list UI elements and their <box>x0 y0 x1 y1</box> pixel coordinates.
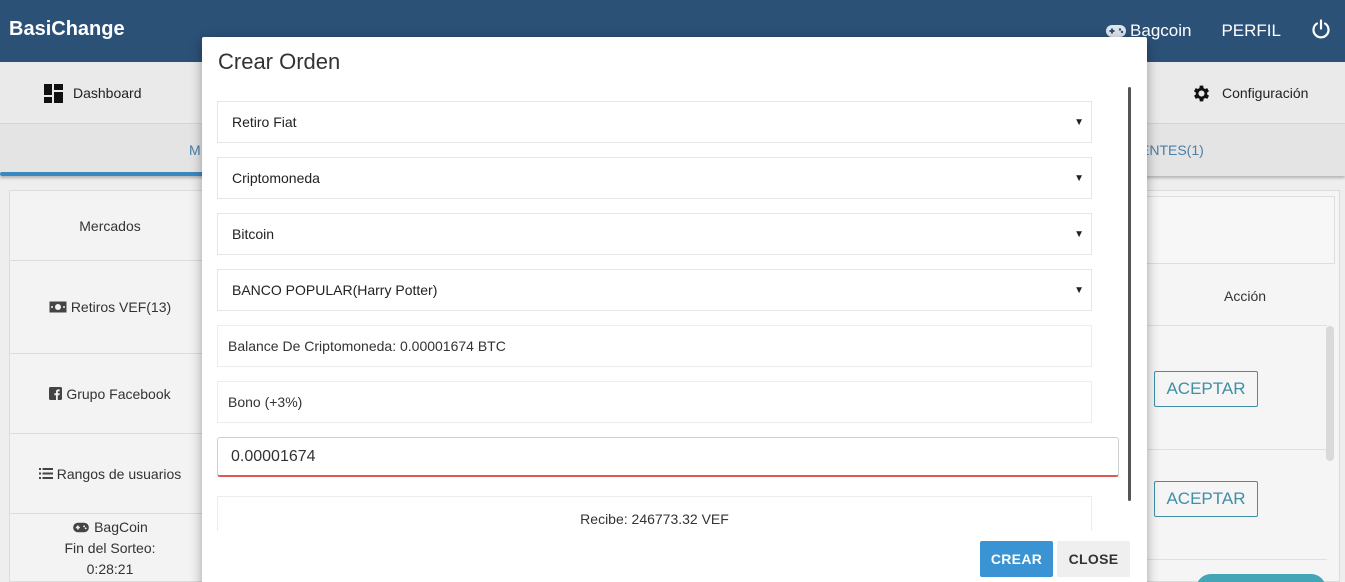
dialog-title: Crear Orden <box>218 49 341 74</box>
caret-down-icon: ▼ <box>1074 117 1084 128</box>
select-value: Retiro Fiat <box>232 114 297 130</box>
dialog-scrollbar[interactable] <box>1128 87 1131 501</box>
select-value: Criptomoneda <box>232 170 320 186</box>
caret-down-icon: ▼ <box>1074 229 1084 240</box>
recibe-info: Recibe: 246773.32 VEF <box>217 496 1092 531</box>
crear-button[interactable]: CREAR <box>980 541 1053 577</box>
select-value: Bitcoin <box>232 226 275 242</box>
banco-select[interactable]: BANCO POPULAR(Harry Potter) ▼ <box>217 269 1092 311</box>
tipo-activo-select[interactable]: Criptomoneda ▼ <box>217 157 1092 199</box>
caret-down-icon: ▼ <box>1074 173 1084 184</box>
close-button[interactable]: CLOSE <box>1057 541 1130 577</box>
bono-info: Bono (+3%) <box>217 381 1092 423</box>
crear-orden-dialog: Crear Orden Retiro Fiat ▼ Criptomoneda ▼… <box>202 37 1147 582</box>
criptomoneda-select[interactable]: Bitcoin ▼ <box>217 213 1092 255</box>
caret-down-icon: ▼ <box>1074 285 1084 296</box>
balance-info: Balance De Criptomoneda: 0.00001674 BTC <box>217 325 1092 367</box>
tipo-orden-select[interactable]: Retiro Fiat ▼ <box>217 101 1092 143</box>
amount-input[interactable] <box>217 437 1119 477</box>
select-value: BANCO POPULAR(Harry Potter) <box>232 282 438 298</box>
